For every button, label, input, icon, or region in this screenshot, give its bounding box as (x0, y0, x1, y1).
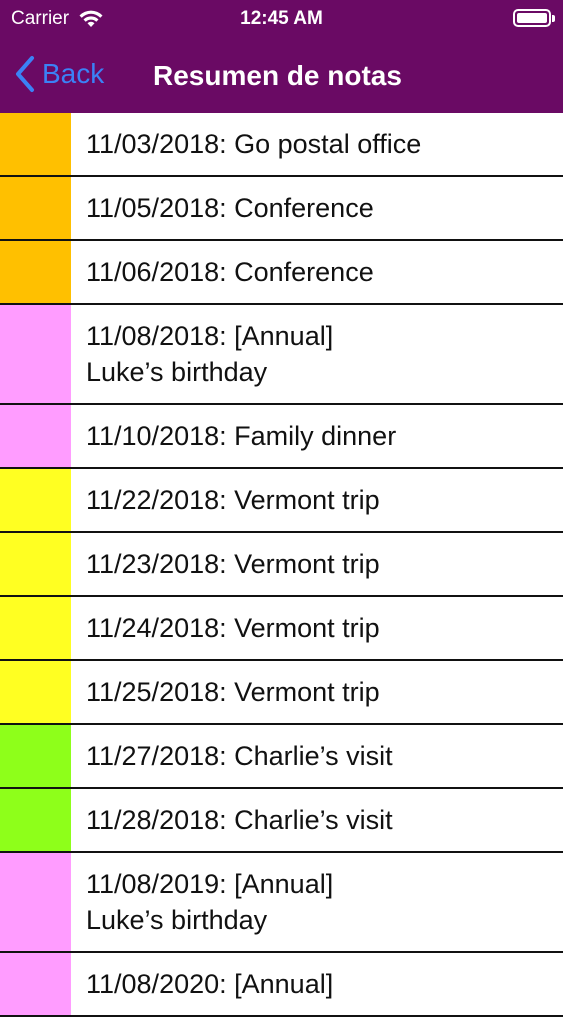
note-color-swatch (0, 305, 71, 403)
chevron-left-icon (16, 56, 34, 92)
note-text: 11/28/2018: Charlie’s visit (86, 805, 393, 835)
status-time: 12:45 AM (240, 8, 323, 29)
back-button-label: Back (42, 58, 105, 89)
note-text: 11/08/2019: [Annual] Luke’s birthday (86, 869, 334, 935)
note-text: 11/05/2018: Conference (86, 193, 374, 223)
battery-icon (513, 9, 555, 27)
note-row[interactable]: 11/10/2018: Family dinner (0, 405, 563, 469)
note-color-swatch (0, 953, 71, 1015)
back-button[interactable]: Back (14, 55, 104, 93)
note-row[interactable]: 11/24/2018: Vermont trip (0, 597, 563, 661)
note-row[interactable]: 11/28/2018: Charlie’s visit (0, 789, 563, 853)
note-color-swatch (0, 469, 71, 531)
page-title: Resumen de notas (153, 60, 402, 91)
note-color-swatch (0, 241, 71, 303)
note-row[interactable]: 11/23/2018: Vermont trip (0, 533, 563, 597)
note-row[interactable]: 11/25/2018: Vermont trip (0, 661, 563, 725)
navigation-bar: Back Resumen de notas (0, 38, 563, 113)
note-color-swatch (0, 597, 71, 659)
note-color-swatch (0, 533, 71, 595)
note-color-swatch (0, 789, 71, 851)
note-row[interactable]: 11/08/2020: [Annual] (0, 953, 563, 1017)
note-color-swatch (0, 725, 71, 787)
note-color-swatch (0, 661, 71, 723)
note-row[interactable]: 11/27/2018: Charlie’s visit (0, 725, 563, 789)
note-row[interactable]: 11/22/2018: Vermont trip (0, 469, 563, 533)
status-bar: Carrier 12:45 AM (0, 0, 563, 38)
note-text: 11/22/2018: Vermont trip (86, 485, 380, 515)
app-header: Carrier 12:45 AM Back Resumen de notas (0, 0, 563, 113)
note-color-swatch (0, 853, 71, 951)
note-text: 11/08/2020: [Annual] (86, 969, 334, 999)
note-row[interactable]: 11/08/2018: [Annual] Luke’s birthday (0, 305, 563, 405)
note-text: 11/03/2018: Go postal office (86, 129, 422, 159)
note-row[interactable]: 11/08/2019: [Annual] Luke’s birthday (0, 853, 563, 953)
notes-list: 11/03/2018: Go postal office 11/05/2018: … (0, 113, 563, 1017)
note-row[interactable]: 11/05/2018: Conference (0, 177, 563, 241)
note-text: 11/10/2018: Family dinner (86, 421, 397, 451)
note-text: 11/08/2018: [Annual] Luke’s birthday (86, 321, 334, 387)
note-text: 11/25/2018: Vermont trip (86, 677, 380, 707)
note-row[interactable]: 11/03/2018: Go postal office (0, 113, 563, 177)
note-text: 11/23/2018: Vermont trip (86, 549, 380, 579)
note-text: 11/27/2018: Charlie’s visit (86, 741, 393, 771)
note-color-swatch (0, 113, 71, 175)
note-color-swatch (0, 405, 71, 467)
note-color-swatch (0, 177, 71, 239)
note-text: 11/24/2018: Vermont trip (86, 613, 380, 643)
note-text: 11/06/2018: Conference (86, 257, 374, 287)
note-row[interactable]: 11/06/2018: Conference (0, 241, 563, 305)
